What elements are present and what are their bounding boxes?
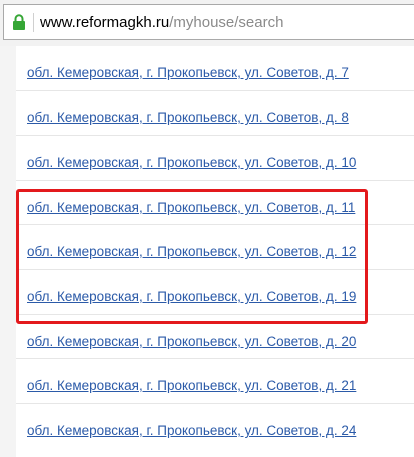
house-link[interactable]: обл. Кемеровская, г. Прокопьевск, ул. Со… [27,155,356,171]
url-text[interactable]: www.reformagkh.ru/myhouse/search [40,13,283,32]
house-link[interactable]: обл. Кемеровская, г. Прокопьевск, ул. Со… [27,110,349,126]
house-link[interactable]: обл. Кемеровская, г. Прокопьевск, ул. Со… [27,200,355,216]
url-separator [33,13,34,32]
url-host: www.reformagkh.ru [40,14,170,31]
list-item: обл. Кемеровская, г. Прокопьевск, ул. Со… [16,358,414,402]
address-bar: www.reformagkh.ru/myhouse/search [0,0,414,46]
url-field[interactable]: www.reformagkh.ru/myhouse/search [3,4,414,40]
list-item: обл. Кемеровская, г. Прокопьевск, ул. Со… [16,269,414,313]
house-link[interactable]: обл. Кемеровская, г. Прокопьевск, ул. Со… [27,244,356,260]
lock-icon [13,14,25,30]
list-item: обл. Кемеровская, г. Прокопьевск, ул. Со… [16,46,414,90]
house-link[interactable]: обл. Кемеровская, г. Прокопьевск, ул. Со… [27,423,356,439]
house-link[interactable]: обл. Кемеровская, г. Прокопьевск, ул. Со… [27,65,349,81]
house-link[interactable]: обл. Кемеровская, г. Прокопьевск, ул. Со… [27,378,356,394]
house-link[interactable]: обл. Кемеровская, г. Прокопьевск, ул. Со… [27,334,356,350]
list-item: обл. Кемеровская, г. Прокопьевск, ул. Со… [16,314,414,358]
house-link[interactable]: обл. Кемеровская, г. Прокопьевск, ул. Со… [27,289,356,305]
list-item: обл. Кемеровская, г. Прокопьевск, ул. Со… [16,403,414,447]
search-results-list: обл. Кемеровская, г. Прокопьевск, ул. Со… [16,46,414,457]
list-item: обл. Кемеровская, г. Прокопьевск, ул. Со… [16,90,414,134]
list-item: обл. Кемеровская, г. Прокопьевск, ул. Со… [16,224,414,268]
url-path: /myhouse/search [169,14,284,31]
list-item: обл. Кемеровская, г. Прокопьевск, ул. Со… [16,180,414,224]
list-item: обл. Кемеровская, г. Прокопьевск, ул. Со… [16,135,414,179]
